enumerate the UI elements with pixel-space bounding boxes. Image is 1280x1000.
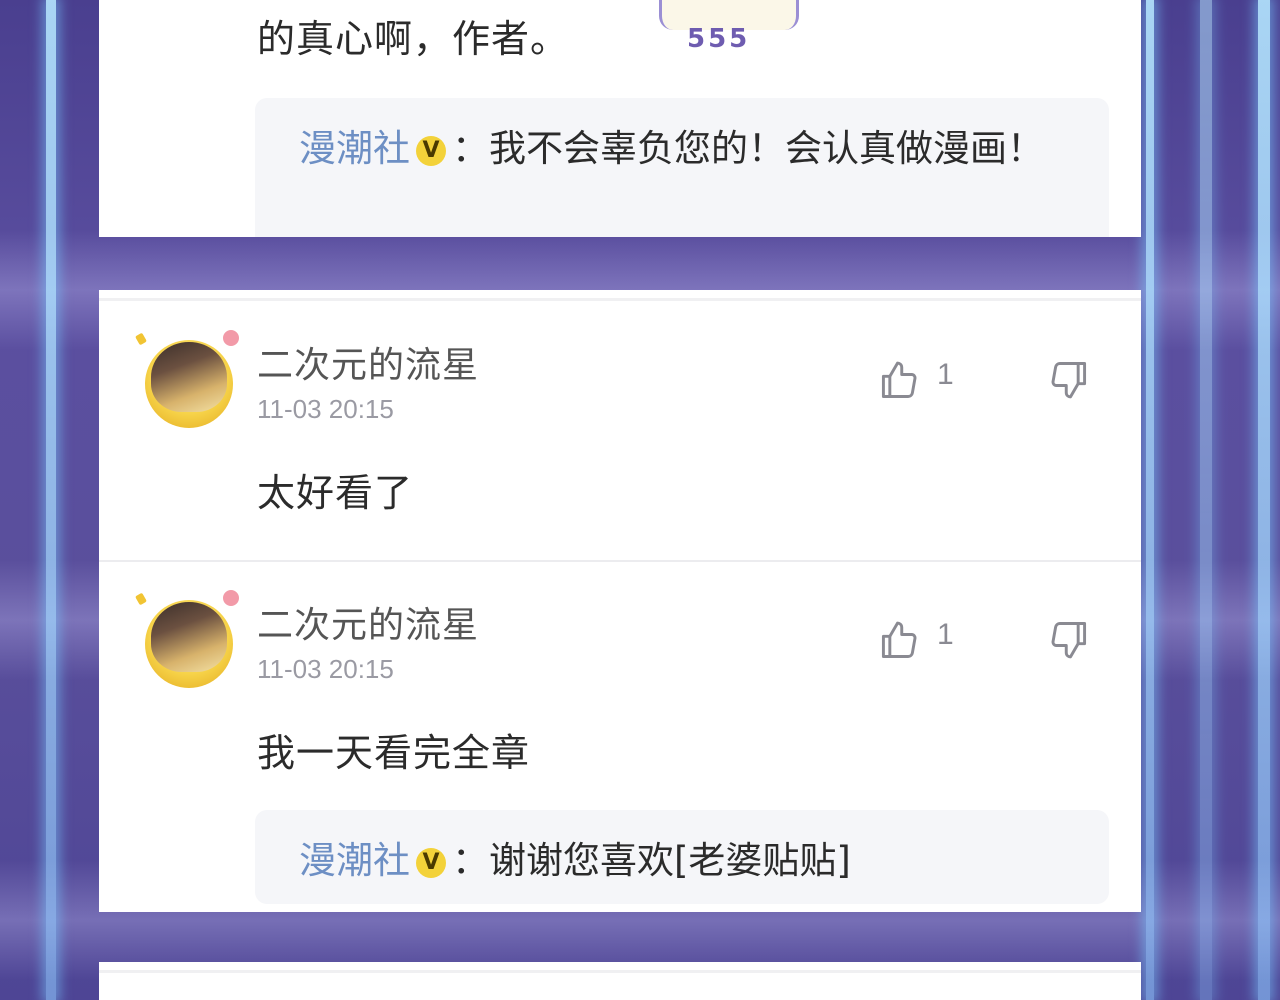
like-count: 1 <box>937 358 954 391</box>
reply-author-name[interactable]: 漫潮社 <box>299 127 410 170</box>
comment-card-next <box>99 962 1141 1000</box>
reply-text: 谢谢您喜欢[老婆贴贴] <box>489 839 851 882</box>
dislike-button[interactable] <box>1047 618 1091 662</box>
verified-badge-icon: V <box>416 848 446 878</box>
avatar-image <box>151 342 227 412</box>
comment-item: 二次元的流星 11-03 20:15 1 太好看了 <box>99 290 1141 560</box>
avatar-frame-heart <box>221 588 241 608</box>
comment-timestamp: 11-03 20:15 <box>257 394 394 424</box>
comment-text: 我一天看完全章 <box>257 731 531 775</box>
glow-line <box>1200 0 1212 1000</box>
glow-line <box>1146 0 1154 1000</box>
avatar[interactable] <box>135 328 241 428</box>
author-reply[interactable]: 漫潮社 V ：我不会辜负您的！会认真做漫画！ <box>255 98 1109 237</box>
like-count: 1 <box>937 618 954 651</box>
glow-line <box>46 0 56 1000</box>
author-reply[interactable]: 漫潮社 V ：谢谢您喜欢[老婆贴贴] <box>255 810 1109 904</box>
comment-username[interactable]: 二次元的流星 <box>257 336 479 388</box>
comment-item: 二次元的流星 11-03 20:15 1 我一天看完全章 漫潮社 V ：谢谢您喜欢[… <box>99 562 1141 912</box>
comment-text: 的真心啊，作者。 <box>257 17 570 61</box>
reply-author-name[interactable]: 漫潮社 <box>299 839 410 882</box>
thumbs-down-icon[interactable] <box>1047 618 1091 662</box>
avatar-image <box>151 602 227 672</box>
reply-separator: ： <box>452 127 489 170</box>
reply-text: 我不会辜负您的！会认真做漫画！ <box>489 127 1044 170</box>
comment-username[interactable]: 二次元的流星 <box>257 596 479 648</box>
sticker-image: 555 <box>659 0 799 54</box>
avatar-frame-heart <box>221 328 241 348</box>
glow-line <box>1258 0 1270 1000</box>
verified-badge-icon: V <box>416 136 446 166</box>
avatar-frame-spark <box>135 332 147 346</box>
dislike-button[interactable] <box>1047 358 1091 402</box>
comment-card-previous: 的真心啊，作者。 555 漫潮社 V ：我不会辜负您的！会认真做漫画！ <box>99 0 1141 237</box>
reply-separator: ： <box>452 839 489 882</box>
comment-text: 太好看了 <box>257 471 414 515</box>
like-button[interactable]: 1 <box>877 358 967 402</box>
comment-timestamp: 11-03 20:15 <box>257 654 394 684</box>
sticker-caption: 555 <box>687 24 751 54</box>
thumbs-down-icon[interactable] <box>1047 358 1091 402</box>
comment-list-card: 二次元的流星 11-03 20:15 1 太好看了 二次元的流星 11-03 2… <box>99 290 1141 912</box>
avatar-frame-spark <box>135 592 147 606</box>
avatar[interactable] <box>135 588 241 688</box>
like-button[interactable]: 1 <box>877 618 967 662</box>
